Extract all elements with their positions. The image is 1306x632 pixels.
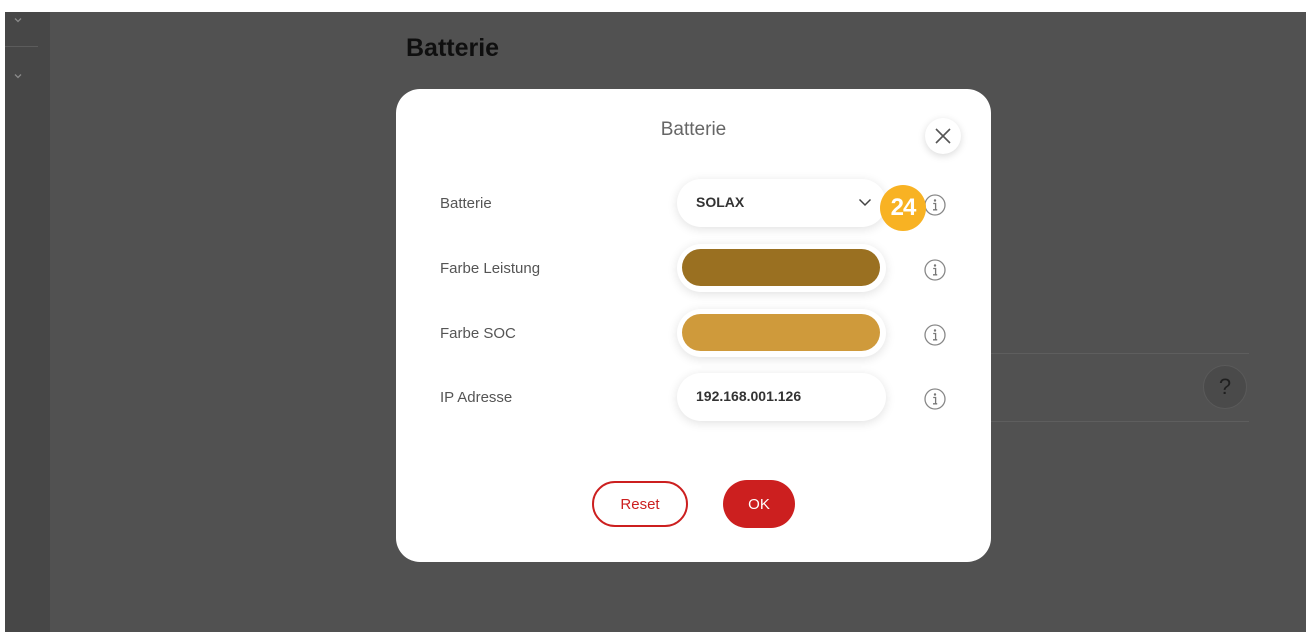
divider xyxy=(991,353,1249,354)
close-button[interactable] xyxy=(925,118,961,154)
power-color-label: Farbe Leistung xyxy=(440,260,541,277)
info-icon[interactable] xyxy=(923,258,947,282)
chevron-down-icon[interactable] xyxy=(12,14,24,26)
power-color-swatch xyxy=(682,249,880,286)
dialog-title: Batterie xyxy=(660,119,727,140)
help-button[interactable]: ? xyxy=(1203,365,1247,409)
divider xyxy=(991,421,1249,422)
soc-color-picker[interactable] xyxy=(677,309,886,357)
step-badge: 24 xyxy=(880,185,926,231)
chevron-down-icon xyxy=(858,198,872,207)
power-color-picker[interactable] xyxy=(677,244,886,292)
ip-address-value: 192.168.001.126 xyxy=(696,388,802,404)
battery-label: Batterie xyxy=(440,195,492,212)
sidebar xyxy=(5,12,50,632)
battery-select-value: SOLAX xyxy=(696,194,745,210)
chevron-down-icon[interactable] xyxy=(12,70,24,82)
page-title: Batterie xyxy=(406,34,500,62)
ok-button[interactable]: OK xyxy=(723,480,795,528)
battery-dialog: Batterie Batterie SOLAX 24 Farbe Leistun… xyxy=(396,89,991,562)
ip-address-input[interactable]: 192.168.001.126 xyxy=(677,373,886,421)
info-icon[interactable] xyxy=(923,323,947,347)
reset-button[interactable]: Reset xyxy=(592,481,688,527)
ip-address-label: IP Adresse xyxy=(440,389,513,406)
app-frame: Batterie ? Batterie Batterie SOLAX 24 Fa… xyxy=(5,12,1306,632)
battery-select[interactable]: SOLAX xyxy=(677,179,886,227)
soc-color-swatch xyxy=(682,314,880,351)
soc-color-label: Farbe SOC xyxy=(440,325,516,342)
sidebar-divider xyxy=(5,46,38,47)
close-icon xyxy=(935,128,951,144)
info-icon[interactable] xyxy=(923,193,947,217)
info-icon[interactable] xyxy=(923,387,947,411)
